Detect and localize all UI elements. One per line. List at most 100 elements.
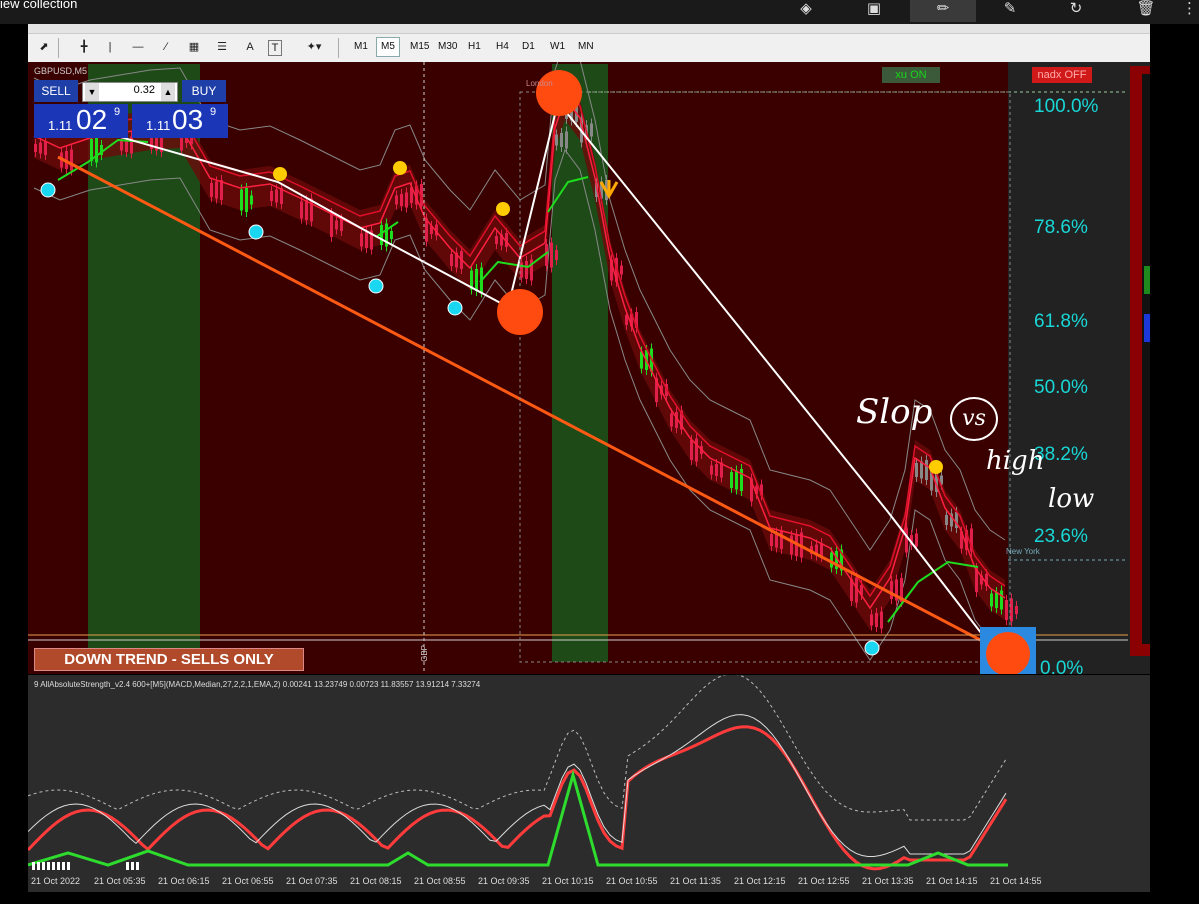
label-tool[interactable]: T (268, 40, 282, 56)
candle-body (340, 219, 343, 231)
timeframe-m30[interactable]: M30 (434, 38, 461, 56)
candle-body (34, 144, 37, 152)
candle-body (220, 180, 223, 200)
trend-banner: DOWN TREND - SELLS ONLY (34, 648, 304, 671)
buy-price-big: 03 (172, 104, 204, 135)
time-axis-label: 21 Oct 06:15 (158, 876, 210, 886)
fibo-icon[interactable]: ☰ (212, 36, 232, 58)
indicator-histogram-bar (136, 862, 139, 870)
channel-icon[interactable]: ▦ (184, 36, 204, 58)
candle-body (915, 533, 918, 547)
signal-dot-yellow (929, 460, 943, 474)
indicator-histogram-bar (37, 862, 40, 870)
price-chart-canvas (28, 62, 1150, 674)
price-chart[interactable] (28, 62, 1150, 674)
candle-body (555, 134, 558, 146)
candle-body (740, 469, 743, 491)
buy-price[interactable]: 1.11 03 9 (132, 104, 228, 138)
cursor-icon[interactable]: ⬈ (34, 36, 54, 58)
indicator-subwindow[interactable] (28, 675, 1150, 872)
candle-body (945, 515, 948, 525)
candle-body (215, 181, 218, 199)
candle-body (1015, 606, 1018, 614)
time-axis-label: 21 Oct 11:35 (670, 876, 721, 886)
candle-body (920, 461, 923, 479)
lot-increase-icon[interactable]: ▲ (161, 83, 175, 101)
timeframe-h4[interactable]: H4 (492, 38, 513, 56)
lot-stepper[interactable]: ▼ 0.32 ▲ (82, 82, 178, 102)
indicator-line-dashed (28, 675, 1007, 821)
window-titlebar: iew collection ◈ ▣ ✏ ✎ ↻ 🗑 ⋮ (0, 0, 1199, 24)
time-axis-label: 21 Oct 14:15 (926, 876, 978, 886)
candle-body (475, 269, 478, 291)
buy-button[interactable]: BUY (182, 80, 226, 102)
trendline-icon[interactable]: ∕ (156, 36, 176, 58)
sell-price[interactable]: 1.11 02 9 (34, 104, 128, 138)
annotation-high: high (986, 446, 1045, 476)
candle-body (695, 438, 698, 462)
annotation-low: low (1048, 484, 1095, 514)
time-axis-label: 21 Oct 08:55 (414, 876, 466, 886)
horizontal-line-icon[interactable]: — (128, 36, 148, 58)
brush-icon[interactable]: ◈ (788, 0, 824, 22)
more-icon[interactable]: ⋮ (1180, 0, 1199, 22)
candle-body (730, 472, 733, 488)
time-axis-label: 21 Oct 05:35 (94, 876, 146, 886)
trash-icon[interactable]: 🗑 (1128, 0, 1164, 22)
timeframe-d1[interactable]: D1 (518, 38, 539, 56)
signal-dot-cyan (447, 300, 463, 316)
timeframe-h1[interactable]: H1 (464, 38, 485, 56)
indicator-histogram-bar (126, 862, 129, 870)
fib-level-78: 78.6% (1034, 217, 1088, 238)
london-session-label: London (526, 79, 553, 88)
timeframe-m5[interactable]: M5 (376, 37, 400, 57)
candle-body (245, 188, 248, 212)
candle-body (395, 195, 398, 205)
time-axis-label: 21 Oct 10:15 (542, 876, 594, 886)
nadx-toggle-button[interactable]: nadx OFF (1032, 67, 1092, 83)
pen-icon[interactable]: ✏ (910, 0, 976, 22)
history-icon[interactable]: ↻ (1058, 0, 1094, 22)
time-axis-label: 21 Oct 09:35 (478, 876, 530, 886)
timeframe-m15[interactable]: M15 (406, 38, 433, 56)
sell-button[interactable]: SELL (34, 80, 78, 102)
candle-body (690, 440, 693, 460)
time-axis-label: 21 Oct 12:15 (734, 876, 786, 886)
fib-level-23: 23.6% (1034, 526, 1088, 547)
indicator-histogram-bar (47, 862, 50, 870)
candle-body (405, 192, 408, 208)
timeframe-w1[interactable]: W1 (546, 38, 569, 56)
candle-body (300, 201, 303, 219)
vertical-line-icon[interactable]: | (100, 36, 120, 58)
sell-price-prefix: 1.11 (48, 118, 73, 133)
indicator-title: 9 AllAbsoluteStrength_v2.4 600+[M5](MACD… (34, 680, 481, 689)
time-axis-label: 21 Oct 13:35 (862, 876, 914, 886)
candle-body (400, 194, 403, 206)
buy-price-prefix: 1.11 (146, 118, 171, 133)
crosshair-icon[interactable]: ╋ (74, 36, 94, 58)
xu-toggle-button[interactable]: xu ON (882, 67, 940, 83)
side-panel-strip (1142, 74, 1150, 644)
annotation-circled-vs: vs (950, 397, 998, 441)
current-price-marker (986, 632, 1030, 674)
candle-body (560, 133, 563, 147)
text-tool[interactable]: A (240, 36, 260, 58)
lot-decrease-icon[interactable]: ▼ (85, 83, 99, 101)
time-axis-label: 21 Oct 10:55 (606, 876, 658, 886)
indicator-line-white (28, 714, 1007, 858)
candle-body (735, 470, 738, 490)
candle-body (95, 137, 98, 163)
shapes-icon[interactable]: ✦▾ (304, 36, 324, 58)
pencil-icon[interactable]: ✎ (992, 0, 1028, 22)
currency-marker: GBP (420, 645, 429, 662)
lot-value[interactable]: 0.32 (107, 84, 155, 96)
indicator-histogram-bar (62, 862, 65, 870)
indicator-histogram-bar (57, 862, 60, 870)
timeframe-mn[interactable]: MN (574, 38, 598, 56)
candle-body (70, 149, 73, 171)
indicator-line-red (28, 725, 1008, 871)
image-icon[interactable]: ▣ (856, 0, 892, 22)
candle-body (250, 195, 253, 205)
timeframe-m1[interactable]: M1 (350, 38, 372, 56)
candle-body (875, 613, 878, 627)
